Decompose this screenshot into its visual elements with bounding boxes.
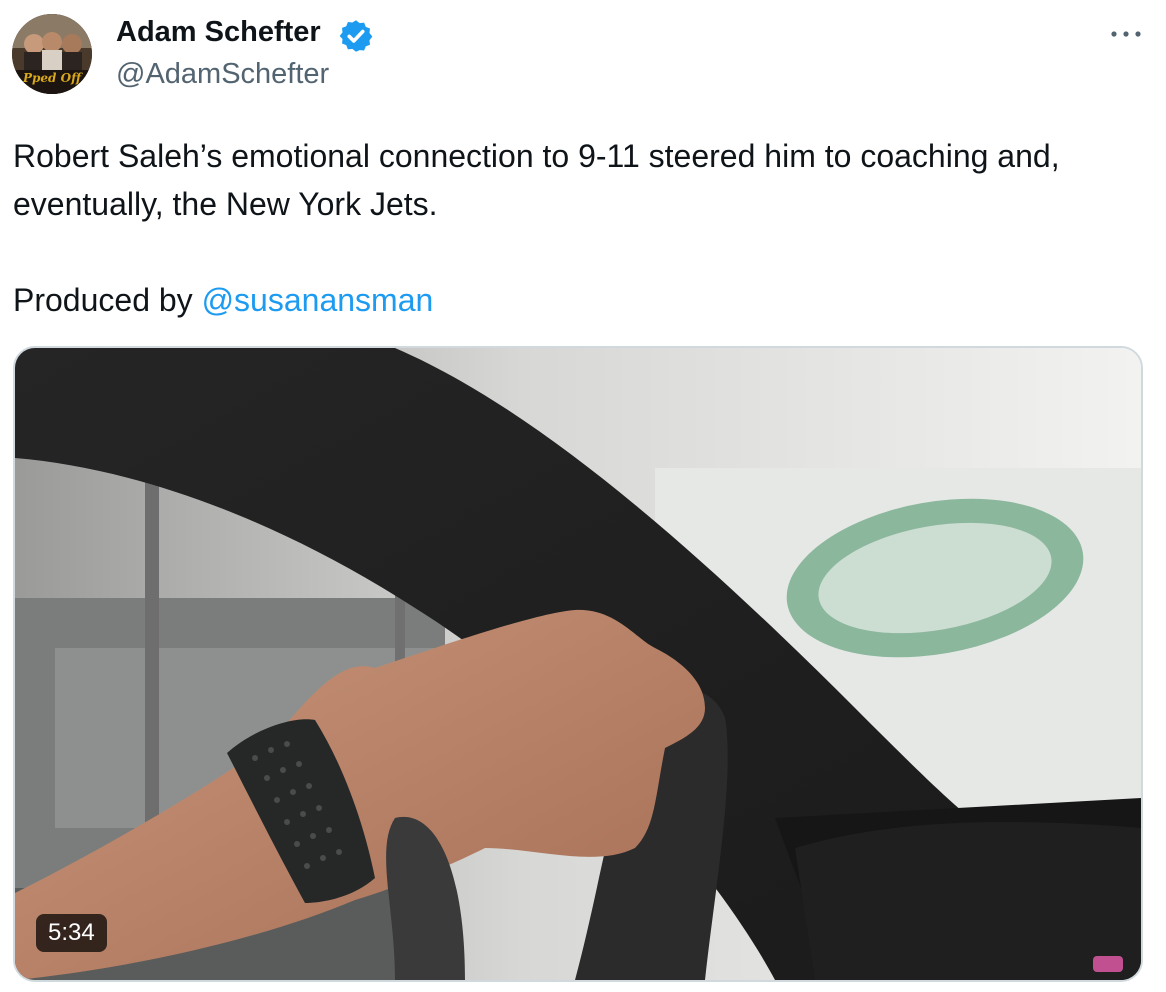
- avatar[interactable]: Pped Off: [12, 14, 92, 94]
- tweet[interactable]: Pped Off Adam Schefter @AdamSchefter Rob…: [0, 0, 1166, 992]
- mention-link[interactable]: @susanansman: [202, 282, 434, 318]
- video-thumbnail: [15, 348, 1141, 980]
- verified-badge-icon[interactable]: [338, 18, 374, 54]
- author-handle[interactable]: @AdamSchefter: [116, 58, 329, 91]
- tweet-text-line: Robert Saleh’s emotional connection to 9…: [13, 138, 1060, 222]
- author-display-name[interactable]: Adam Schefter: [116, 16, 321, 49]
- video-duration-badge: 5:34: [36, 914, 107, 952]
- produced-by-label: Produced by: [13, 282, 202, 318]
- avatar-photo-icon: Pped Off: [12, 14, 92, 94]
- avatar-logo-text: Pped Off: [22, 71, 83, 85]
- video-player[interactable]: 5:34: [13, 346, 1143, 982]
- more-dots-icon[interactable]: [1106, 22, 1146, 46]
- tweet-text: Robert Saleh’s emotional connection to 9…: [13, 132, 1123, 324]
- produced-by-line: Produced by @susanansman: [13, 276, 1123, 324]
